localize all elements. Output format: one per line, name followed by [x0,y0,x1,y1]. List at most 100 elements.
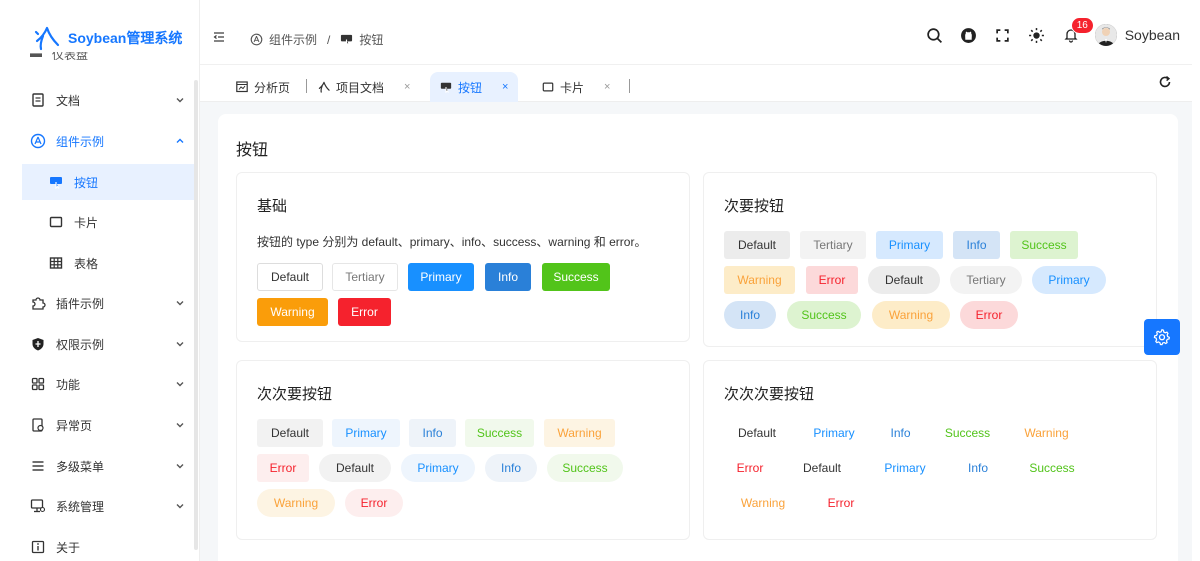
card-icon [542,81,554,93]
tertiary-round-info-button[interactable]: Info [485,454,537,482]
quaternary-round-warning-button[interactable]: Warning [724,489,802,517]
tab-close-icon[interactable]: × [404,81,410,93]
tab-analysis[interactable]: 分析页 [226,72,300,102]
tertiary-round-warning-button[interactable]: Warning [257,489,335,517]
button-icon [340,33,353,46]
default-button[interactable]: Default [257,263,323,291]
tertiary-error-button[interactable]: Error [257,454,309,482]
sidebar-item-multilevel[interactable]: 多级菜单 [22,448,196,484]
warning-button[interactable]: Warning [257,298,328,326]
tab-bar: 分析页 项目文档 × 按钮 × 卡片 × [200,64,1192,102]
sidebar-item-about[interactable]: 关于 [22,529,196,561]
exception-icon [30,417,46,433]
tertiary-button[interactable]: Tertiary [332,263,398,291]
tab-separator [629,79,630,93]
tertiary-round-error-button[interactable]: Error [345,489,403,517]
tertiary-info-button[interactable]: Info [409,419,456,447]
sidebar-item-table[interactable]: 表格 [22,245,196,281]
tab-project-docs[interactable]: 项目文档 × [308,72,420,102]
chevron-down-icon [176,342,184,347]
quaternary-round-info-button[interactable]: Info [952,454,1004,482]
header: 组件示例 / 按钮 16 Soybean [200,0,1200,64]
quaternary-primary-button[interactable]: Primary [800,419,868,447]
secondary-round-success-button[interactable]: Success [787,301,861,329]
github-icon[interactable] [959,25,979,45]
secondary-warning-button[interactable]: Warning [724,266,795,294]
secondary-round-error-button[interactable]: Error [960,301,1018,329]
tab-close-icon[interactable]: × [604,81,610,93]
sidebar-item-components[interactable]: 组件示例 [22,123,196,159]
search-icon[interactable] [925,25,945,45]
avatar[interactable] [1094,24,1117,46]
secondary-round-tertiary-button[interactable]: Tertiary [950,266,1022,294]
quaternary-buttons-panel: 次次次要按钮 Default Primary Info Success Warn… [703,360,1157,540]
sidebar-scrollbar[interactable] [194,80,198,550]
sidebar-item-docs[interactable]: 文档 [22,82,196,118]
info-button[interactable]: Info [485,263,531,291]
quaternary-round-success-button[interactable]: Success [1014,454,1090,482]
tertiary-round-default-button[interactable]: Default [319,454,391,482]
sidebar-item-button[interactable]: 按钮 [22,164,196,200]
secondary-success-button[interactable]: Success [1010,231,1078,259]
secondary-round-default-button[interactable]: Default [868,266,940,294]
tertiary-success-button[interactable]: Success [465,419,534,447]
tab-card[interactable]: 卡片 × [532,72,620,102]
primary-button[interactable]: Primary [408,263,474,291]
menu-collapse-icon[interactable] [212,30,226,44]
quaternary-success-button[interactable]: Success [933,419,1002,447]
basic-buttons-panel: 基础 按钮的 type 分别为 default、primary、info、suc… [236,172,690,342]
notification-bell-icon[interactable]: 16 [1061,17,1094,45]
card-icon [48,214,64,230]
secondary-primary-button[interactable]: Primary [876,231,943,259]
panel-title-basic: 基础 [257,198,288,215]
username[interactable]: Soybean [1125,27,1180,43]
fullscreen-icon[interactable] [993,25,1013,45]
quaternary-round-default-button[interactable]: Default [786,454,858,482]
components-icon [250,33,263,46]
header-actions: 16 Soybean [925,17,1180,46]
theme-settings-button[interactable] [1144,319,1180,355]
sidebar-item-features[interactable]: 功能 [22,366,196,402]
quaternary-default-button[interactable]: Default [724,419,790,447]
breadcrumb-item-components[interactable]: 组件示例 [269,31,317,48]
secondary-error-button[interactable]: Error [806,266,858,294]
tab-button[interactable]: 按钮 × [430,72,519,102]
quaternary-error-button[interactable]: Error [724,454,776,482]
button-icon [48,174,64,190]
quaternary-round-primary-button[interactable]: Primary [868,454,942,482]
sidebar-item-permissions[interactable]: 权限示例 [22,326,196,362]
sidebar-item-system[interactable]: 系统管理 [22,488,196,524]
refresh-icon[interactable] [1158,75,1172,89]
sidebar-item-plugins[interactable]: 插件示例 [22,285,196,321]
chevron-down-icon [176,464,184,469]
grid-icon [30,376,46,392]
success-button[interactable]: Success [542,263,610,291]
secondary-tertiary-button[interactable]: Tertiary [800,231,866,259]
chart-board-icon [236,81,248,93]
tertiary-round-success-button[interactable]: Success [547,454,623,482]
quaternary-warning-button[interactable]: Warning [1011,419,1082,447]
quaternary-round-error-button[interactable]: Error [812,489,870,517]
tertiary-round-primary-button[interactable]: Primary [401,454,475,482]
tertiary-primary-button[interactable]: Primary [332,419,400,447]
secondary-round-primary-button[interactable]: Primary [1032,266,1106,294]
secondary-default-button[interactable]: Default [724,231,790,259]
secondary-round-warning-button[interactable]: Warning [872,301,950,329]
tab-close-icon[interactable]: × [502,81,508,93]
soybean-logo-icon [318,81,330,93]
sun-icon[interactable] [1027,25,1047,45]
sidebar-item-dashboard-partial[interactable]: ▬ 仪表盘 [30,52,190,66]
notification-badge: 16 [1070,17,1094,34]
chevron-down-icon [176,382,184,387]
soybean-logo-icon [34,26,60,51]
secondary-round-info-button[interactable]: Info [724,301,776,329]
secondary-info-button[interactable]: Info [953,231,1000,259]
tertiary-default-button[interactable]: Default [257,419,323,447]
plugin-icon [30,295,46,311]
sidebar-item-exceptions[interactable]: 异常页 [22,407,196,443]
sidebar-item-card[interactable]: 卡片 [22,204,196,240]
quaternary-info-button[interactable]: Info [877,419,924,447]
error-button[interactable]: Error [338,298,391,326]
tertiary-warning-button[interactable]: Warning [544,419,615,447]
breadcrumb-item-button[interactable]: 按钮 [359,31,383,48]
